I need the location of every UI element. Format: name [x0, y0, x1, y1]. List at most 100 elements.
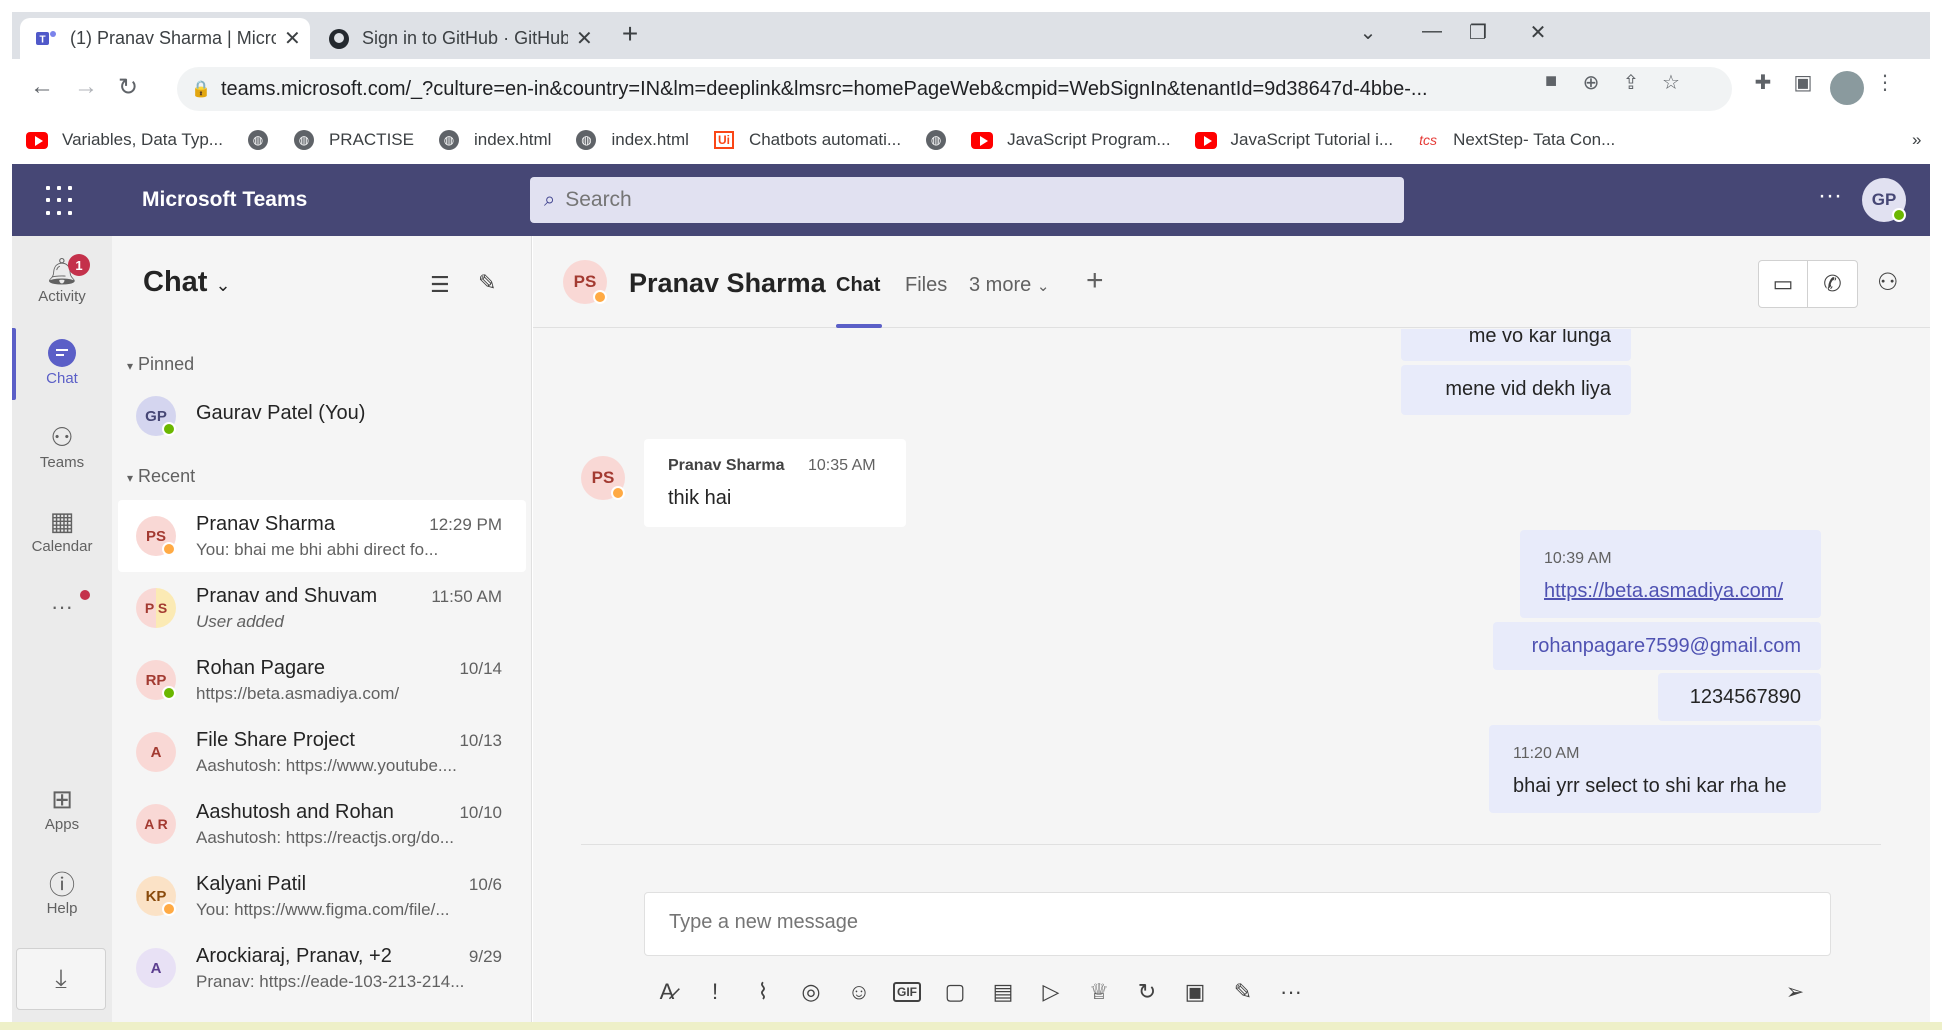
tab-more[interactable]: 3 more ⌄: [969, 274, 1049, 297]
attach-icon[interactable]: ⌇: [745, 974, 781, 1010]
user-avatar[interactable]: GP: [1862, 178, 1906, 222]
add-people-icon[interactable]: ⚇: [1877, 268, 1899, 297]
avatar: GP: [136, 396, 176, 436]
close-icon[interactable]: ✕: [284, 26, 301, 51]
download-icon: ⤓: [55, 963, 67, 993]
share-icon[interactable]: ⇪: [1618, 70, 1644, 95]
globe-icon: ◍: [575, 130, 597, 150]
message-input[interactable]: [669, 911, 1769, 934]
praise-icon[interactable]: ♕: [1081, 974, 1117, 1010]
emoji-icon[interactable]: ☺: [841, 974, 877, 1010]
rail-item-calendar[interactable]: ▦ Calendar: [12, 504, 112, 556]
message-time: 11:20 AM: [1513, 745, 1580, 762]
stream-icon[interactable]: ▷: [1033, 974, 1069, 1010]
new-tab-button[interactable]: +: [610, 18, 650, 50]
chat-item-file-share-project[interactable]: A File Share Project 10/13 Aashutosh: ht…: [118, 716, 526, 788]
recent-section[interactable]: ▾ Recent: [127, 466, 195, 487]
rail-item-apps[interactable]: ⊞ Apps: [12, 782, 112, 834]
bookmark-item[interactable]: ◍ index.html: [575, 130, 689, 150]
sender-avatar[interactable]: PS: [581, 456, 625, 500]
more-bookmarks-button[interactable]: »: [1912, 130, 1921, 150]
message-bubble: me vo kar lunga: [1401, 329, 1631, 361]
camera-icon[interactable]: ■: [1538, 70, 1564, 93]
add-tab-button[interactable]: +: [1086, 264, 1104, 298]
globe-icon: ◍: [247, 130, 269, 150]
bookmark-item[interactable]: Ui Chatbots automati...: [713, 130, 901, 150]
audio-call-icon[interactable]: ✆: [1808, 261, 1857, 307]
bookmark-item[interactable]: JavaScript Tutorial i...: [1194, 130, 1393, 150]
chat-item-pranav-and-shuvam[interactable]: P S Pranav and Shuvam 11:50 AM User adde…: [118, 572, 526, 644]
chat-item-pinned[interactable]: GP Gaurav Patel (You): [118, 378, 526, 450]
chat-item-aashutosh-and-rohan[interactable]: A R Aashutosh and Rohan 10/10 Aashutosh:…: [118, 788, 526, 860]
update-icon[interactable]: ↻: [1129, 974, 1165, 1010]
bookmark-item[interactable]: ◍ PRACTISE: [293, 130, 414, 150]
loop-icon[interactable]: ◎: [793, 974, 829, 1010]
zoom-icon[interactable]: ⊕: [1578, 70, 1604, 95]
message-composer[interactable]: [644, 892, 1831, 956]
rail-item-help[interactable]: ⓘ Help: [12, 866, 112, 918]
rail-item-chat[interactable]: Chat: [12, 336, 112, 387]
title-text: Chat: [143, 266, 208, 298]
restore-button[interactable]: ❐: [1458, 20, 1498, 45]
video-call-icon[interactable]: ▭: [1759, 261, 1809, 307]
bookmark-item[interactable]: ◍ index.html: [438, 130, 551, 150]
minimize-button[interactable]: —: [1412, 20, 1452, 43]
pinned-section[interactable]: ▾ Pinned: [127, 354, 194, 375]
new-chat-icon[interactable]: ✎: [478, 270, 496, 296]
teams-icon: T: [36, 28, 58, 50]
close-icon[interactable]: ✕: [576, 26, 593, 51]
forms-icon[interactable]: ✎: [1225, 974, 1261, 1010]
extensions-icon[interactable]: ✚: [1750, 70, 1776, 95]
schedule-meeting-icon[interactable]: ▤: [985, 974, 1021, 1010]
rail-more-button[interactable]: ···: [12, 590, 112, 624]
chat-list-title[interactable]: Chat ⌄: [143, 266, 231, 299]
tab-chat[interactable]: Chat: [836, 274, 880, 297]
bookmark-item[interactable]: tcs NextStep- Tata Con...: [1417, 130, 1615, 150]
chat-item-pranav-sharma[interactable]: PS Pranav Sharma 12:29 PM You: bhai me b…: [118, 500, 526, 572]
back-button[interactable]: ←: [26, 73, 58, 101]
menu-icon[interactable]: ⋮: [1872, 70, 1898, 95]
side-panel-icon[interactable]: ▣: [1790, 70, 1816, 95]
chat-preview: You: https://www.figma.com/file/...: [196, 900, 450, 919]
gif-icon[interactable]: GIF: [889, 974, 925, 1010]
browser-tab-github[interactable]: Sign in to GitHub · GitHub ✕: [312, 18, 602, 59]
search-input[interactable]: [565, 188, 1366, 212]
avatar-initials: RP: [145, 671, 167, 689]
bookmark-item[interactable]: ◍: [247, 130, 283, 150]
browser-window: T (1) Pranav Sharma | Microsoft Tea ✕ Si…: [12, 12, 1930, 164]
bookmark-item[interactable]: ◍: [925, 130, 961, 150]
tab-search-icon[interactable]: ⌄: [1348, 20, 1388, 45]
message-email-link[interactable]: rohanpagare7599@gmail.com: [1532, 635, 1801, 658]
bookmark-item[interactable]: JavaScript Program...: [971, 130, 1171, 150]
reload-button[interactable]: ↻: [112, 73, 144, 102]
close-window-button[interactable]: ✕: [1518, 20, 1558, 45]
chat-item-arockiaraj-group[interactable]: A Arockiaraj, Pranav, +2 9/29 Pranav: ht…: [118, 932, 526, 1004]
tab-files[interactable]: Files: [905, 274, 947, 297]
approvals-icon[interactable]: ▣: [1177, 974, 1213, 1010]
star-icon[interactable]: ☆: [1658, 70, 1684, 95]
more-options-icon[interactable]: ···: [1818, 182, 1842, 210]
chat-item-rohan-pagare[interactable]: RP Rohan Pagare 10/14 https://beta.asmad…: [118, 644, 526, 716]
send-icon[interactable]: ➢: [1777, 974, 1813, 1010]
bookmark-label: JavaScript Program...: [1007, 130, 1171, 149]
app-launcher-icon[interactable]: [46, 186, 76, 216]
profile-avatar[interactable]: [1830, 71, 1864, 105]
search-bar[interactable]: ⌕: [530, 177, 1404, 223]
conversation-avatar[interactable]: PS: [563, 260, 607, 304]
sticker-icon[interactable]: ▢: [937, 974, 973, 1010]
message-link[interactable]: https://beta.asmadiya.com/: [1544, 580, 1783, 603]
forward-button[interactable]: →: [70, 73, 102, 101]
rail-item-teams[interactable]: ⚇ Teams: [12, 420, 112, 472]
format-icon[interactable]: A̷: [649, 974, 685, 1010]
chat-list-pane: Chat ⌄ ☰ ✎ ▾ Pinned GP Gaurav Patel (You…: [112, 236, 532, 1030]
important-icon[interactable]: !: [697, 974, 733, 1010]
rail-item-activity[interactable]: 🔔︎ Activity 1: [12, 254, 112, 305]
browser-tab-teams[interactable]: T (1) Pranav Sharma | Microsoft Tea ✕: [20, 18, 310, 59]
bookmark-item[interactable]: Variables, Data Typ...: [26, 130, 223, 150]
more-options-icon[interactable]: ···: [1273, 974, 1309, 1010]
filter-icon[interactable]: ☰: [430, 272, 450, 298]
address-bar[interactable]: 🔒 teams.microsoft.com/_?culture=en-in&co…: [177, 67, 1732, 111]
lock-icon[interactable]: 🔒: [191, 79, 211, 99]
chat-item-kalyani-patil[interactable]: KP Kalyani Patil 10/6 You: https://www.f…: [118, 860, 526, 932]
download-app-button[interactable]: ⤓: [16, 948, 106, 1010]
